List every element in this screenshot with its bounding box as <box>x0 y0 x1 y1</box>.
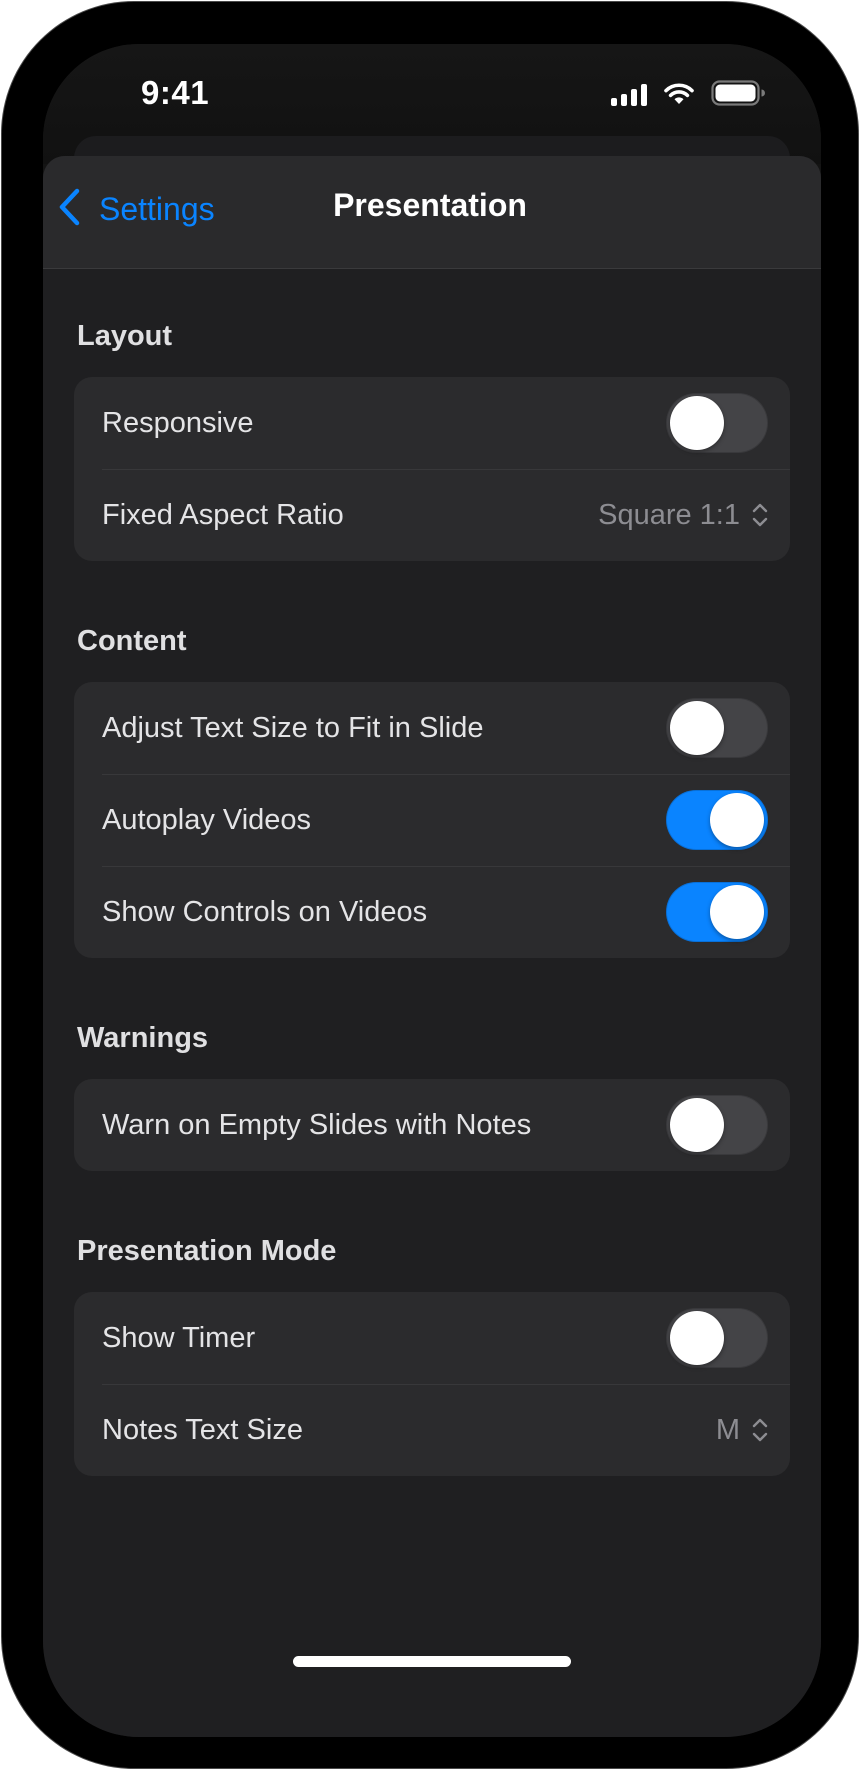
row-warn-empty-slides: Warn on Empty Slides with Notes <box>74 1079 790 1171</box>
battery-icon <box>711 80 765 106</box>
responsive-toggle[interactable] <box>666 393 768 453</box>
warn-empty-slides-toggle[interactable] <box>666 1095 768 1155</box>
settings-group: Responsive Fixed Aspect Ratio Square 1:1 <box>74 377 790 561</box>
settings-group: Show Timer Notes Text Size M <box>74 1292 790 1476</box>
row-show-controls-on-videos: Show Controls on Videos <box>74 866 790 958</box>
settings-sheet: Settings Presentation Layout Responsive … <box>43 156 821 1737</box>
row-notes-text-size[interactable]: Notes Text Size M <box>74 1384 790 1476</box>
section-presentation-mode: Presentation Mode Show Timer Notes Text … <box>74 1234 790 1476</box>
status-time: 9:41 <box>141 74 210 111</box>
toggle-knob <box>670 1311 724 1365</box>
row-label: Show Controls on Videos <box>102 895 428 928</box>
section-warnings: Warnings Warn on Empty Slides with Notes <box>74 1021 790 1171</box>
section-layout: Layout Responsive Fixed Aspect Ratio Squ… <box>74 319 790 561</box>
row-responsive: Responsive <box>74 377 790 469</box>
settings-group: Adjust Text Size to Fit in Slide Autopla… <box>74 682 790 958</box>
row-label: Notes Text Size <box>102 1413 303 1446</box>
status-icons <box>611 80 765 106</box>
picker-value: Square 1:1 <box>598 498 740 531</box>
wifi-icon <box>663 82 695 106</box>
show-timer-toggle[interactable] <box>666 1308 768 1368</box>
aspect-ratio-picker[interactable]: Square 1:1 <box>598 499 768 532</box>
row-label: Autoplay Videos <box>102 803 312 836</box>
cellular-signal-icon <box>611 84 647 106</box>
chevron-up-down-icon <box>752 503 768 527</box>
navigation-bar: Settings Presentation <box>43 156 821 269</box>
toggle-knob <box>670 1098 724 1152</box>
notes-text-size-picker[interactable]: M <box>716 1414 768 1447</box>
show-controls-toggle[interactable] <box>666 882 768 942</box>
toggle-knob <box>710 793 764 847</box>
picker-value: M <box>715 1413 740 1446</box>
section-content: Content Adjust Text Size to Fit in Slide… <box>74 624 790 958</box>
section-header: Layout <box>77 320 173 352</box>
phone-frame: 9:41 Settings Presentation Layout Respon… <box>2 2 858 1768</box>
row-label: Show Timer <box>102 1321 256 1354</box>
row-adjust-text-size: Adjust Text Size to Fit in Slide <box>74 682 790 774</box>
toggle-knob <box>670 701 724 755</box>
row-label: Responsive <box>102 406 254 439</box>
home-indicator[interactable] <box>293 1656 571 1667</box>
section-header: Warnings <box>77 1022 209 1054</box>
row-fixed-aspect-ratio[interactable]: Fixed Aspect Ratio Square 1:1 <box>74 469 790 561</box>
row-label: Warn on Empty Slides with Notes <box>102 1108 532 1141</box>
settings-list: Layout Responsive Fixed Aspect Ratio Squ… <box>74 268 790 1476</box>
settings-group: Warn on Empty Slides with Notes <box>74 1079 790 1171</box>
section-header: Content <box>77 625 187 657</box>
adjust-text-size-toggle[interactable] <box>666 698 768 758</box>
row-label: Adjust Text Size to Fit in Slide <box>102 711 484 744</box>
toggle-knob <box>710 885 764 939</box>
row-autoplay-videos: Autoplay Videos <box>74 774 790 866</box>
row-show-timer: Show Timer <box>74 1292 790 1384</box>
screen: 9:41 Settings Presentation Layout Respon… <box>43 44 821 1737</box>
toggle-knob <box>670 396 724 450</box>
section-header: Presentation Mode <box>77 1235 337 1267</box>
chevron-up-down-icon <box>752 1418 768 1442</box>
autoplay-videos-toggle[interactable] <box>666 790 768 850</box>
page-title: Presentation <box>333 187 527 223</box>
row-label: Fixed Aspect Ratio <box>102 498 344 531</box>
